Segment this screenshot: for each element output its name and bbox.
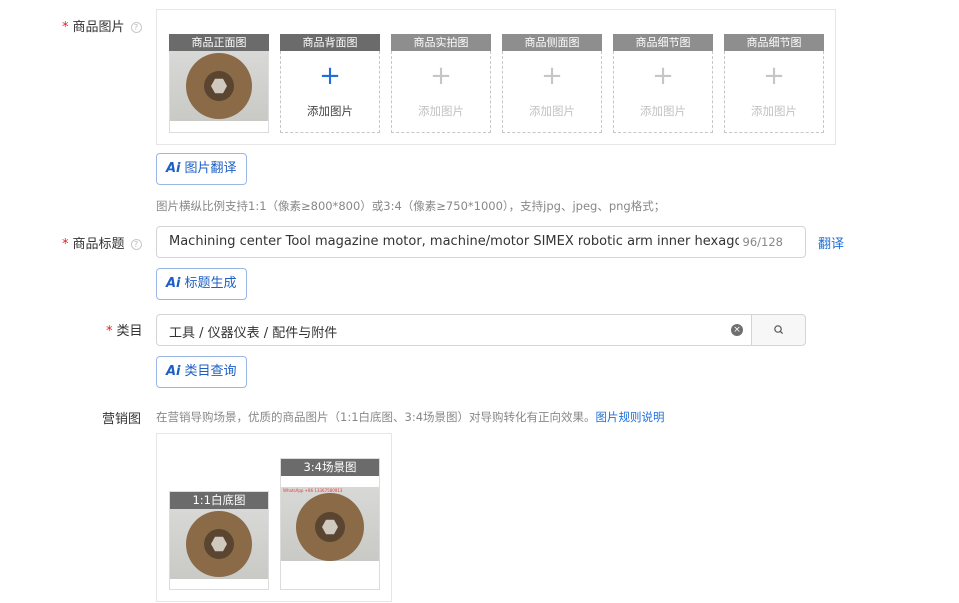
white-bg-image-slot[interactable]: 1:1白底图 xyxy=(169,491,269,590)
required-mark: * xyxy=(62,20,69,35)
category-search-button[interactable] xyxy=(751,314,806,346)
slot-title: 商品侧面图 xyxy=(502,34,602,51)
help-icon[interactable]: ? xyxy=(130,239,142,250)
image-slot-front[interactable]: 商品正面图 xyxy=(169,34,269,133)
add-image-text: 添加图片 xyxy=(640,104,686,118)
title-input-value: Machining center Tool magazine motor, ma… xyxy=(169,234,739,249)
slot-title: 商品细节图 xyxy=(613,34,713,51)
title-label: * 商品标题? xyxy=(62,233,142,252)
plus-icon: + xyxy=(652,61,674,91)
marketing-label: 营销图 xyxy=(102,412,142,427)
slot-title: 商品实拍图 xyxy=(391,34,491,51)
plus-icon: + xyxy=(763,61,785,91)
add-image-text: 添加图片 xyxy=(529,104,575,118)
scene-image-slot[interactable]: 3:4场景图 WhatsApp +86 13367580913 xyxy=(280,458,380,590)
slot-title: 1:1白底图 xyxy=(170,492,268,509)
category-value: 工具 / 仪器仪表 / 配件与附件 xyxy=(169,326,338,341)
product-images-label: * 商品图片? xyxy=(62,16,142,35)
plus-icon: + xyxy=(319,61,341,91)
category-query-button[interactable]: Ai 类目查询 xyxy=(156,356,247,388)
plus-icon: + xyxy=(541,61,563,91)
ai-icon: Ai xyxy=(166,364,181,379)
image-slot-back[interactable]: 商品背面图 + 添加图片 xyxy=(280,34,380,133)
product-photo xyxy=(170,51,268,121)
image-format-hint: 图片横纵比例支持1:1（像素≥800*800）或3:4（像素≥750*1000）… xyxy=(156,199,666,213)
required-mark: * xyxy=(62,237,69,252)
image-slot-real: 商品实拍图 + 添加图片 xyxy=(391,34,491,133)
marketing-hint: 在营销导购场景，优质的商品图片（1:1白底图、3:4场景图）对导购转化有正向效果… xyxy=(156,410,665,424)
clear-icon[interactable]: × xyxy=(731,324,743,336)
title-char-counter: 96/128 xyxy=(742,235,783,249)
add-image-text: 添加图片 xyxy=(307,104,353,118)
title-generate-button[interactable]: Ai 标题生成 xyxy=(156,268,247,300)
category-label: * 类目 xyxy=(106,324,143,339)
plus-icon: + xyxy=(430,61,452,91)
product-images-panel: 商品正面图 商品背面图 + 添加图片 商品实拍图 + 添加图片 商品侧面图 + … xyxy=(156,9,836,145)
marketing-images-panel: 1:1白底图 3:4场景图 WhatsApp +86 13367580913 xyxy=(156,433,392,602)
image-translate-button[interactable]: Ai 图片翻译 xyxy=(156,153,247,185)
slot-title: 商品正面图 xyxy=(169,34,269,51)
search-icon xyxy=(774,325,784,335)
title-input[interactable]: Machining center Tool magazine motor, ma… xyxy=(156,226,806,258)
required-mark: * xyxy=(106,324,113,339)
help-icon[interactable]: ? xyxy=(130,22,142,33)
add-image-text: 添加图片 xyxy=(751,104,797,118)
product-photo xyxy=(170,509,268,579)
image-slot-side: 商品侧面图 + 添加图片 xyxy=(502,34,602,133)
product-photo: WhatsApp +86 13367580913 xyxy=(281,487,379,561)
slot-title: 3:4场景图 xyxy=(281,459,379,476)
image-rules-link[interactable]: 图片规则说明 xyxy=(596,410,665,424)
category-select[interactable]: 工具 / 仪器仪表 / 配件与附件 × xyxy=(156,314,752,346)
ai-icon: Ai xyxy=(166,161,181,176)
translate-link[interactable]: 翻译 xyxy=(818,233,844,252)
image-slot-detail-1: 商品细节图 + 添加图片 xyxy=(613,34,713,133)
slot-title: 商品背面图 xyxy=(280,34,380,51)
slot-title: 商品细节图 xyxy=(724,34,824,51)
add-image-text: 添加图片 xyxy=(418,104,464,118)
ai-icon: Ai xyxy=(166,276,181,291)
image-slot-detail-2: 商品细节图 + 添加图片 xyxy=(724,34,824,133)
